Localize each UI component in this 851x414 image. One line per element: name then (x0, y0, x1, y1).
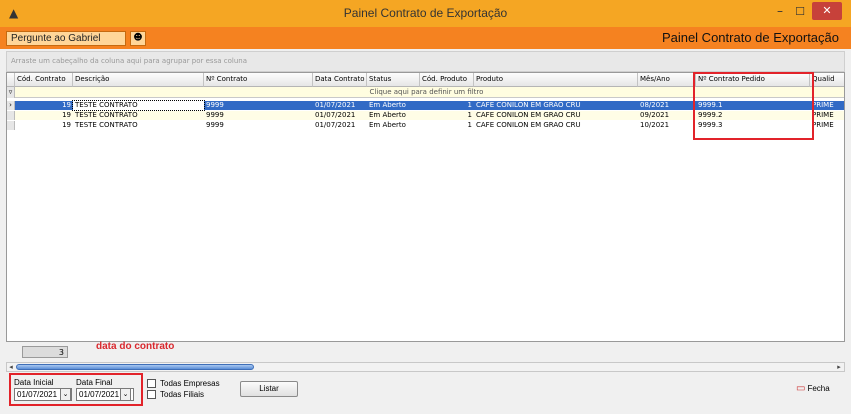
close-form-icon: ▭ (796, 383, 806, 394)
cell-descricao: TESTE CONTRATO (75, 121, 138, 129)
cell-data-contrato: 01/07/2021 (315, 111, 356, 119)
annotation-data-contrato: data do contrato (96, 341, 175, 352)
cell-mes-ano: 08/2021 (640, 101, 670, 109)
cell-status: Em Aberto (369, 121, 406, 129)
cell-cod-contrato: 19 (62, 101, 71, 109)
close-window-button[interactable]: ✕ (812, 2, 842, 20)
highlight-contrato-pedido (693, 72, 814, 140)
group-by-hint: Arraste um cabeçalho da coluna aqui para… (11, 57, 247, 65)
cell-produto: CAFE CONILON EM GRAO CRU (476, 111, 581, 119)
cell-qualidade: PRIME (812, 101, 834, 109)
record-count: 3 (22, 346, 68, 358)
column-header-qualidade[interactable]: Qualid (810, 73, 844, 87)
list-button[interactable]: Listar (240, 381, 298, 397)
cell-cod-contrato: 19 (62, 121, 71, 129)
header-corner (7, 73, 15, 87)
cell-descricao: TESTE CONTRATO (75, 111, 138, 119)
cell-cod-produto: 1 (467, 101, 472, 109)
assistant-icon[interactable]: ☻ (130, 31, 146, 46)
close-form-button[interactable]: ▭ Fecha (796, 381, 848, 397)
cell-cod-produto: 1 (467, 121, 472, 129)
column-header-cod-produto[interactable]: Cód. Produto (420, 73, 474, 87)
cell-produto: CAFE CONILON EM GRAO CRU (476, 101, 581, 109)
cell-cod-produto: 1 (467, 111, 472, 119)
all-branches-checkbox[interactable] (147, 390, 156, 399)
column-header-descricao[interactable]: Descrição (73, 73, 204, 87)
row-indicator (7, 111, 15, 120)
all-companies-checkbox[interactable] (147, 379, 156, 388)
all-companies-label: Todas Empresas (160, 379, 220, 388)
cell-mes-ano: 09/2021 (640, 111, 670, 119)
cell-numero-contrato: 9999 (206, 101, 224, 109)
cell-qualidade: PRIME (812, 111, 834, 119)
row-indicator (7, 121, 15, 130)
maximize-button[interactable]: ☐ (790, 4, 810, 20)
scroll-left-icon[interactable]: ◂ (7, 363, 15, 371)
all-branches-label: Todas Filiais (160, 390, 205, 399)
column-header-status[interactable]: Status (367, 73, 420, 87)
cell-qualidade: PRIME (812, 121, 834, 129)
column-header-mes-ano[interactable]: Mês/Ano (638, 73, 696, 87)
cell-data-contrato: 01/07/2021 (315, 121, 356, 129)
close-form-label: Fecha (807, 384, 830, 393)
cell-produto: CAFE CONILON EM GRAO CRU (476, 121, 581, 129)
cell-status: Em Aberto (369, 111, 406, 119)
highlight-date-filters (9, 373, 143, 406)
ask-gabriel-input[interactable]: Pergunte ao Gabriel (6, 31, 126, 46)
column-header-cod-contrato[interactable]: Cód. Contrato (15, 73, 73, 87)
cell-mes-ano: 10/2021 (640, 121, 670, 129)
column-header-numero-contrato[interactable]: Nº Contrato (204, 73, 313, 87)
column-header-data-contrato[interactable]: Data Contrato (313, 73, 367, 87)
cell-descricao[interactable]: TESTE CONTRATO (72, 100, 205, 111)
panel-title: Painel Contrato de Exportação (661, 30, 839, 45)
cell-numero-contrato: 9999 (206, 121, 224, 129)
column-header-produto[interactable]: Produto (474, 73, 638, 87)
cell-numero-contrato: 9999 (206, 111, 224, 119)
row-indicator-icon: › (7, 101, 15, 110)
cell-status: Em Aberto (369, 101, 406, 109)
scrollbar-thumb[interactable] (16, 364, 254, 370)
cell-cod-contrato: 19 (62, 111, 71, 119)
minimize-button[interactable]: – (770, 4, 790, 20)
scroll-right-icon[interactable]: ▸ (835, 363, 843, 371)
window-title: Painel Contrato de Exportação (343, 6, 508, 20)
cell-data-contrato: 01/07/2021 (315, 101, 356, 109)
